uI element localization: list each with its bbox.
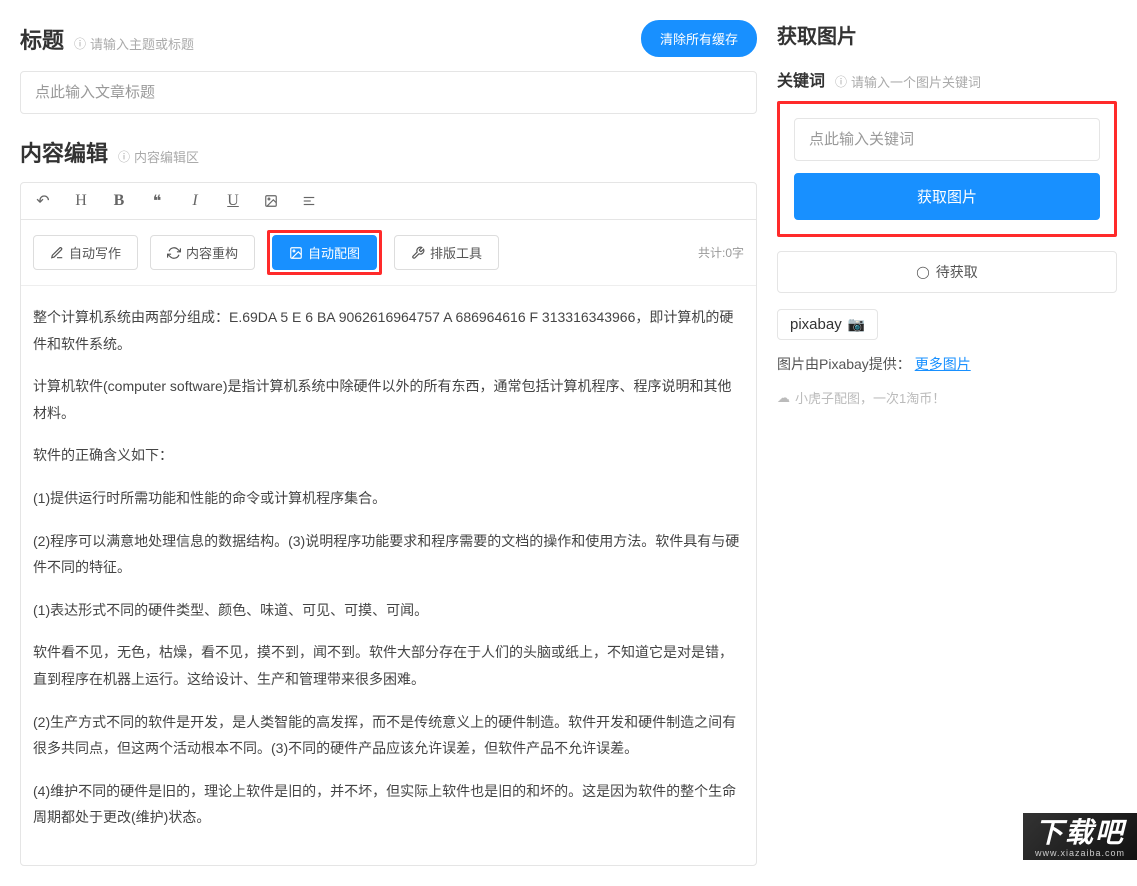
keyword-input[interactable]: [794, 118, 1100, 161]
paragraph: 计算机软件(computer software)是指计算机系统中除硬件以外的所有…: [33, 373, 744, 426]
quote-icon[interactable]: ❝: [147, 191, 167, 211]
fetch-image-title: 获取图片: [777, 20, 1117, 49]
paragraph: (2)生产方式不同的软件是开发，是人类智能的高发挥，而不是传统意义上的硬件制造。…: [33, 709, 744, 762]
watermark: 下载吧 www.xiazaiba.com: [1023, 813, 1137, 860]
article-title-input[interactable]: [20, 71, 757, 114]
paragraph: (1)表达形式不同的硬件类型、颜色、味道、可见、可摸、可闻。: [33, 597, 744, 624]
paragraph: 软件看不见，无色，枯燥，看不见，摸不到，闻不到。软件大部分存在于人们的头脑或纸上…: [33, 639, 744, 692]
bold-icon[interactable]: B: [109, 192, 129, 210]
keyword-highlight: 获取图片: [777, 101, 1117, 237]
pixabay-badge: pixabay 📷: [777, 309, 878, 340]
paragraph: (1)提供运行时所需功能和性能的命令或计算机程序集合。: [33, 485, 744, 512]
paragraph: 软件的正确含义如下：: [33, 442, 744, 469]
auto-write-button[interactable]: 自动写作: [33, 235, 138, 270]
paragraph: 整个计算机系统由两部分组成：E.69DA 5 E 6 BA 9062616964…: [33, 304, 744, 357]
action-row: 自动写作 内容重构 自动配图 排版工具 共计:0字: [21, 220, 756, 286]
restructure-button[interactable]: 内容重构: [150, 235, 255, 270]
paragraph: (4)维护不同的硬件是旧的，理论上软件是旧的，并不坏，但实际上软件也是旧的和坏的…: [33, 778, 744, 831]
tip-line: 小虎子配图，一次1淘币！: [777, 388, 1117, 407]
title-label: 标题: [20, 23, 64, 55]
credit-line: 图片由Pixabay提供： 更多图片: [777, 354, 1117, 374]
more-images-link[interactable]: 更多图片: [915, 356, 971, 372]
heading-icon[interactable]: H: [71, 192, 91, 210]
italic-icon[interactable]: I: [185, 192, 205, 210]
camera-icon: 📷: [848, 316, 865, 333]
paragraph: (2)程序可以满意地处理信息的数据结构。(3)说明程序功能要求和程序需要的文档的…: [33, 528, 744, 581]
auto-image-highlight: 自动配图: [267, 230, 382, 275]
align-icon[interactable]: [299, 192, 319, 210]
title-hint: 请输入主题或标题: [74, 34, 194, 53]
image-icon[interactable]: [261, 192, 281, 210]
keyword-label: 关键词: [777, 67, 825, 91]
underline-icon[interactable]: U: [223, 192, 243, 210]
content-label: 内容编辑: [20, 136, 108, 168]
auto-image-button[interactable]: 自动配图: [272, 235, 377, 270]
content-hint: 内容编辑区: [118, 147, 199, 166]
content-area[interactable]: 整个计算机系统由两部分组成：E.69DA 5 E 6 BA 9062616964…: [21, 286, 756, 865]
editor-box: ↶ H B ❝ I U 自动写作 内: [20, 182, 757, 866]
pending-button[interactable]: 待获取: [777, 251, 1117, 293]
title-header: 标题 请输入主题或标题 清除所有缓存: [20, 20, 757, 57]
clear-cache-button[interactable]: 清除所有缓存: [641, 20, 757, 57]
keyword-hint: 请输入一个图片关键词: [835, 72, 981, 91]
undo-icon[interactable]: ↶: [33, 191, 53, 211]
editor-toolbar: ↶ H B ❝ I U: [21, 183, 756, 220]
fetch-image-button[interactable]: 获取图片: [794, 173, 1100, 220]
word-count: 共计:0字: [698, 244, 744, 261]
layout-tool-button[interactable]: 排版工具: [394, 235, 499, 270]
